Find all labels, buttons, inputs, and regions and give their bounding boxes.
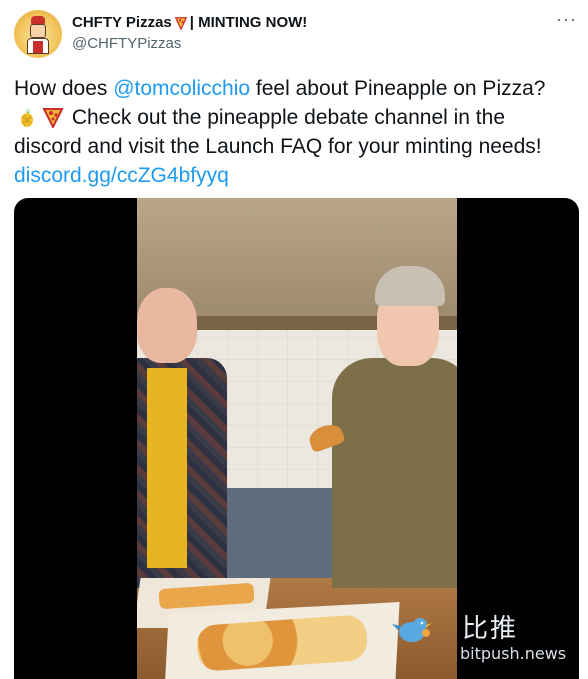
- tweet-text-part3: Check out the pineapple debate channel i…: [14, 106, 542, 158]
- tweet-video[interactable]: [14, 198, 579, 679]
- author-handle[interactable]: @CHFTYPizzas: [72, 35, 181, 52]
- video-frame: [137, 198, 457, 679]
- author-avatar[interactable]: [14, 10, 62, 58]
- chef-hat-icon: [31, 16, 45, 24]
- author-name[interactable]: CHFTY Pizzas | MINTING NOW!: [72, 14, 307, 31]
- tweet-text-part2: feel about Pineapple on Pizza?: [250, 77, 546, 100]
- stove: [217, 488, 337, 578]
- watermark-zh: 比推: [462, 614, 519, 644]
- tweet-text-part1: How does: [14, 77, 114, 100]
- tweet-card[interactable]: CHFTY Pizzas | MINTING NOW! @CHFTYPizzas…: [0, 0, 588, 679]
- more-dots-icon[interactable]: ···: [556, 10, 576, 32]
- pizza-icon: [174, 16, 188, 30]
- bird-watermark-icon: [392, 618, 432, 642]
- person-right-body: [332, 358, 457, 588]
- person-right-cap: [375, 266, 445, 306]
- mention-link[interactable]: @tomcolicchio: [113, 77, 250, 100]
- author-name-suffix: | MINTING NOW!: [189, 14, 308, 31]
- pizza-icon: [42, 108, 64, 128]
- pineapple-icon: [21, 107, 33, 127]
- discord-link[interactable]: discord.gg/ccZG4bfyyq: [14, 164, 229, 187]
- avatar-face: [30, 24, 46, 38]
- watermark-en: bitpush.news: [460, 644, 567, 663]
- avatar-apron: [33, 41, 43, 53]
- person-left-head: [137, 288, 197, 363]
- tweet-text: How does @tomcolicchio feel about Pineap…: [14, 74, 574, 190]
- author-display-name[interactable]: CHFTY Pizzas: [72, 14, 172, 31]
- person-left-shirt: [147, 368, 187, 568]
